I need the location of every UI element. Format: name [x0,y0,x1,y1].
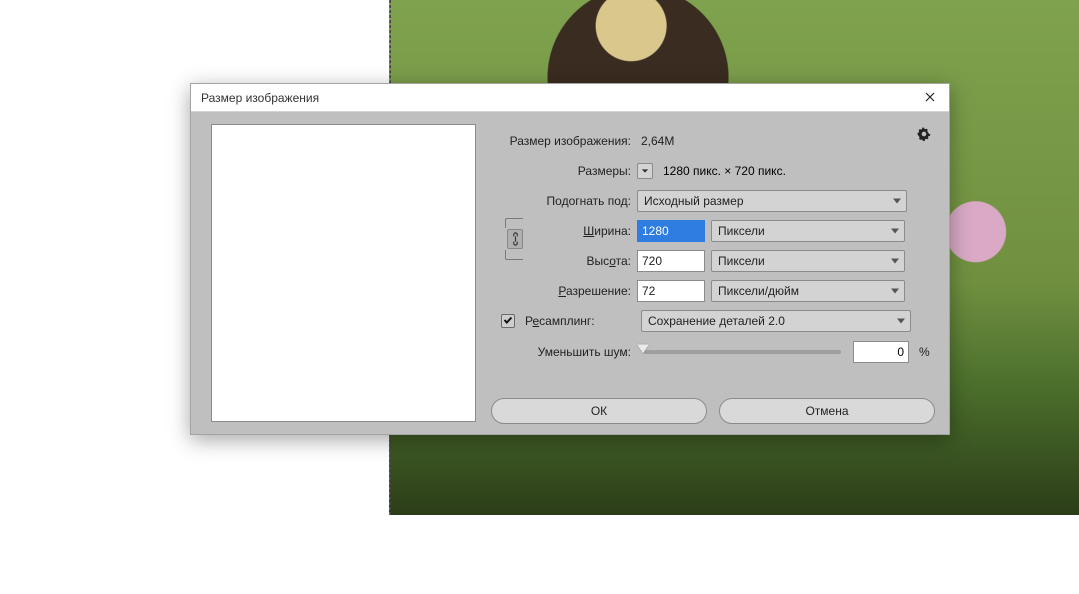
cancel-label: Отмена [805,404,848,418]
height-input[interactable] [637,250,705,272]
preview-panel[interactable] [211,124,476,422]
width-label: Ширина: [539,224,631,238]
height-unit-select[interactable]: Пиксели [711,250,905,272]
percent-label: % [919,345,930,359]
height-unit-value: Пиксели [718,254,765,268]
fit-to-label: Подогнать под: [491,194,631,208]
close-button[interactable] [917,87,943,109]
dimensions-label: Размеры: [491,164,631,178]
resolution-unit-select[interactable]: Пиксели/дюйм [711,280,905,302]
resample-label: Ресамплинг: [523,314,635,328]
chevron-down-icon [641,164,649,178]
reduce-noise-slider[interactable] [643,350,841,354]
resolution-unit-value: Пиксели/дюйм [718,284,799,298]
dimensions-value: 1280 пикс. × 720 пикс. [663,164,786,178]
height-label: Высота: [539,254,631,268]
resample-method-value: Сохранение деталей 2.0 [648,314,785,328]
check-icon [503,314,513,328]
ok-button[interactable]: ОК [491,398,707,424]
image-size-label: Размер изображения: [491,134,631,148]
fit-to-select[interactable]: Исходный размер [637,190,907,212]
close-icon [925,91,935,105]
image-size-dialog: Размер изображения Размер изображения: 2… [190,83,950,435]
dialog-title: Размер изображения [201,91,917,105]
cancel-button[interactable]: Отмена [719,398,935,424]
width-input[interactable] [637,220,705,242]
reduce-noise-label: Уменьшить шум: [491,345,631,359]
dialog-body: Размер изображения: 2,64M Размеры: 1280 … [191,112,949,434]
resolution-label: Разрешение: [491,284,631,298]
dimensions-unit-dropdown[interactable] [637,163,653,179]
reduce-noise-input[interactable] [853,341,909,363]
resample-checkbox[interactable] [501,314,515,328]
resolution-input[interactable] [637,280,705,302]
slider-thumb-icon [637,344,649,353]
fit-to-value: Исходный размер [644,194,744,208]
dialog-titlebar[interactable]: Размер изображения [191,84,949,112]
image-size-value: 2,64M [637,134,674,148]
resample-method-select[interactable]: Сохранение деталей 2.0 [641,310,911,332]
ok-label: ОК [591,404,607,418]
width-unit-value: Пиксели [718,224,765,238]
width-unit-select[interactable]: Пиксели [711,220,905,242]
